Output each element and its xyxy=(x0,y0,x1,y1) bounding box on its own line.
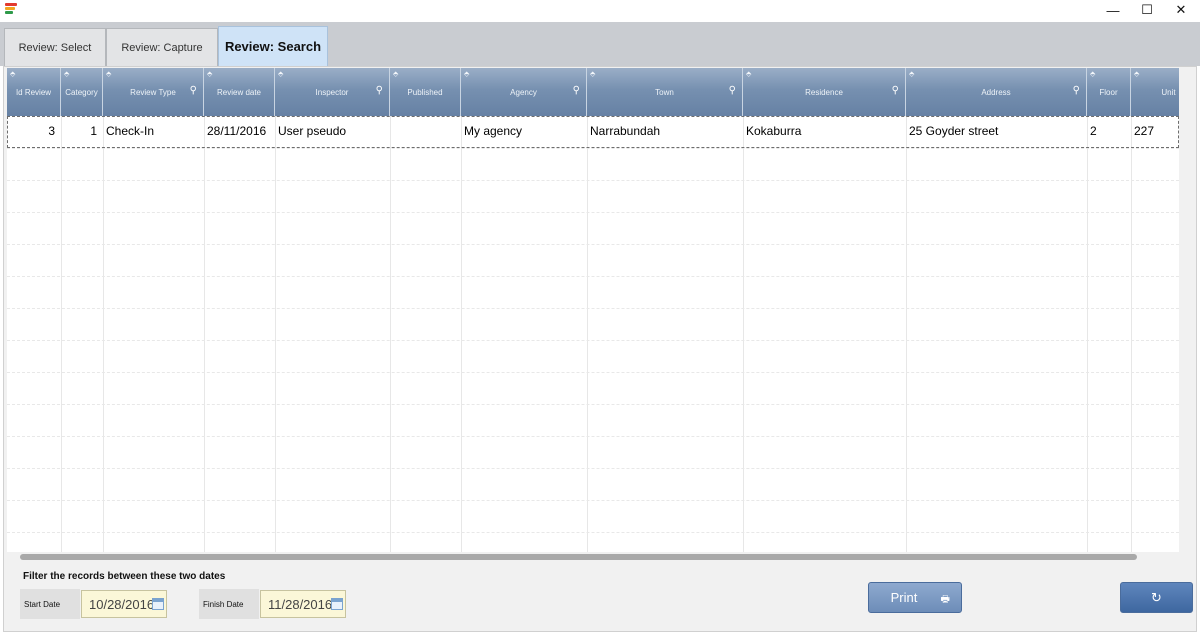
column-divider xyxy=(743,116,744,552)
printer-icon: 🖶 xyxy=(940,594,950,605)
start-date-label: Start Date xyxy=(20,589,80,619)
search-icon[interactable]: ⚲ xyxy=(1073,85,1080,96)
refresh-icon: ↻ xyxy=(1151,589,1162,605)
finish-date-value: 11/28/2016 xyxy=(268,596,333,612)
row-divider xyxy=(7,436,1179,437)
column-title: Review date xyxy=(216,88,262,97)
column-header-review-type[interactable]: ⬘ Review Type ⚲ xyxy=(103,68,204,116)
sort-icon[interactable]: ⬘ xyxy=(393,70,398,78)
column-divider xyxy=(906,116,907,552)
column-divider xyxy=(1131,116,1132,552)
horizontal-scrollbar[interactable] xyxy=(20,554,1137,560)
column-header-agency[interactable]: ⬘ Agency ⚲ xyxy=(461,68,587,116)
filter-title: Filter the records between these two dat… xyxy=(23,571,226,582)
tab-review-select[interactable]: Review: Select xyxy=(4,28,106,66)
selected-row[interactable] xyxy=(7,116,1179,148)
column-header-id-review[interactable]: ⬘ Id Review xyxy=(7,68,61,116)
column-title: Published xyxy=(407,88,443,97)
column-header-published[interactable]: ⬘ Published xyxy=(390,68,461,116)
column-title: Agency xyxy=(510,88,537,97)
calendar-icon[interactable] xyxy=(152,598,164,610)
column-header-category[interactable]: ⬘ Category xyxy=(61,68,103,116)
column-header-unit[interactable]: ⬘ Unit xyxy=(1131,68,1179,116)
sort-icon[interactable]: ⬘ xyxy=(909,70,914,78)
column-header-address[interactable]: ⬘ Address ⚲ xyxy=(906,68,1087,116)
search-icon[interactable]: ⚲ xyxy=(376,85,383,96)
app-logo-icon xyxy=(5,3,19,17)
print-button[interactable]: Print 🖶 xyxy=(868,582,962,613)
row-divider xyxy=(7,308,1179,309)
tab-review-search[interactable]: Review: Search xyxy=(218,26,328,66)
row-divider xyxy=(7,340,1179,341)
column-divider xyxy=(587,116,588,552)
row-divider xyxy=(7,148,1179,149)
close-button[interactable]: ✕ xyxy=(1164,0,1198,20)
column-header-inspector[interactable]: ⬘ Inspector ⚲ xyxy=(275,68,390,116)
column-header-residence[interactable]: ⬘ Residence ⚲ xyxy=(743,68,906,116)
column-divider xyxy=(390,116,391,552)
sort-icon[interactable]: ⬘ xyxy=(590,70,595,78)
search-icon[interactable]: ⚲ xyxy=(573,85,580,96)
column-header-review-date[interactable]: ⬘ Review date xyxy=(204,68,275,116)
column-title: Inspector xyxy=(315,88,349,97)
column-title: Id Review xyxy=(15,88,52,97)
calendar-icon[interactable] xyxy=(331,598,343,610)
start-date-field[interactable]: 10/28/2016 xyxy=(81,590,167,618)
column-title: Address xyxy=(981,88,1011,97)
sort-icon[interactable]: ⬘ xyxy=(64,70,69,78)
sort-icon[interactable]: ⬘ xyxy=(1134,70,1139,78)
column-divider xyxy=(204,116,205,552)
row-divider xyxy=(7,532,1179,533)
refresh-button[interactable]: ↻ xyxy=(1120,582,1193,613)
row-divider xyxy=(7,372,1179,373)
row-divider xyxy=(7,500,1179,501)
tab-strip: Review: Select Review: Capture Review: S… xyxy=(0,22,1200,66)
sort-icon[interactable]: ⬘ xyxy=(207,70,212,78)
row-divider xyxy=(7,276,1179,277)
search-icon[interactable]: ⚲ xyxy=(729,85,736,96)
tab-review-capture[interactable]: Review: Capture xyxy=(106,28,218,66)
finish-date-label: Finish Date xyxy=(199,589,259,619)
column-divider xyxy=(275,116,276,552)
minimize-button[interactable]: — xyxy=(1096,0,1130,20)
column-title: Residence xyxy=(805,88,843,97)
row-divider xyxy=(7,468,1179,469)
sort-icon[interactable]: ⬘ xyxy=(464,70,469,78)
grid-header: ⬘ Id Review ⬘ Category ⬘ Review Type ⚲ ⬘ Review … xyxy=(7,68,1179,116)
column-title: Unit xyxy=(1161,88,1176,97)
column-header-floor[interactable]: ⬘ Floor xyxy=(1087,68,1131,116)
sort-icon[interactable]: ⬘ xyxy=(1090,70,1095,78)
sort-icon[interactable]: ⬘ xyxy=(10,70,15,78)
column-title: Review Type xyxy=(130,88,176,97)
row-divider xyxy=(7,244,1179,245)
maximize-button[interactable]: ☐ xyxy=(1130,0,1164,20)
row-divider xyxy=(7,180,1179,181)
print-button-label: Print xyxy=(890,590,918,605)
column-title: Floor xyxy=(1099,88,1118,97)
sort-icon[interactable]: ⬘ xyxy=(746,70,751,78)
review-grid[interactable]: ⬘ Id Review ⬘ Category ⬘ Review Type ⚲ ⬘ Review … xyxy=(7,68,1179,552)
column-title: Category xyxy=(65,88,98,97)
finish-date-field[interactable]: 11/28/2016 xyxy=(260,590,346,618)
sort-icon[interactable]: ⬘ xyxy=(106,70,111,78)
sort-icon[interactable]: ⬘ xyxy=(278,70,283,78)
column-header-town[interactable]: ⬘ Town ⚲ xyxy=(587,68,743,116)
search-icon[interactable]: ⚲ xyxy=(190,85,197,96)
column-divider xyxy=(61,116,62,552)
column-divider xyxy=(461,116,462,552)
column-divider xyxy=(103,116,104,552)
row-divider xyxy=(7,212,1179,213)
column-title: Town xyxy=(655,88,674,97)
search-icon[interactable]: ⚲ xyxy=(892,85,899,96)
title-bar: — ☐ ✕ xyxy=(0,0,1200,22)
start-date-value: 10/28/2016 xyxy=(89,596,155,612)
row-divider xyxy=(7,404,1179,405)
column-divider xyxy=(1087,116,1088,552)
